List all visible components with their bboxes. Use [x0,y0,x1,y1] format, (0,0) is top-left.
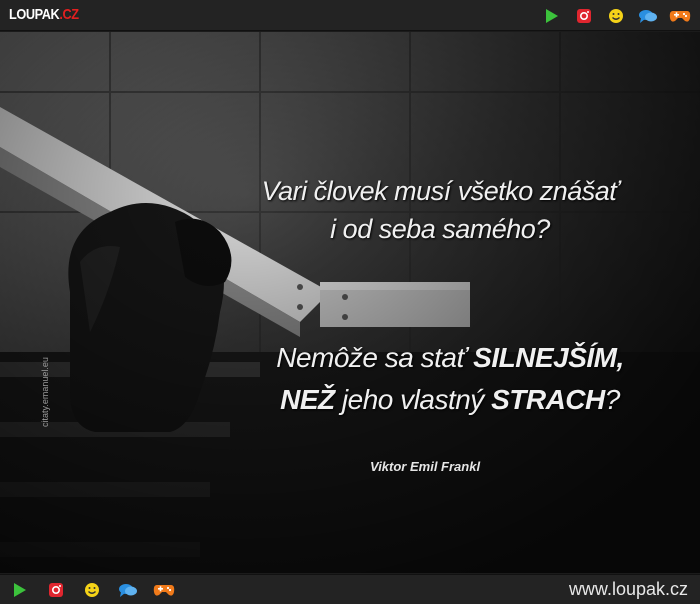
bottom-bar: www.loupak.cz [0,574,700,604]
quote-emphasis: SILNEJŠÍM, [473,342,624,373]
top-icon-group [540,0,692,31]
quote-text: jeho vlastný [334,384,492,415]
logo-suffix: .CZ [59,6,79,23]
play-icon[interactable] [8,578,32,602]
chat-icon[interactable] [636,4,660,28]
gamepad-icon[interactable] [152,578,176,602]
instagram-icon[interactable] [572,4,596,28]
background-photo [0,32,700,573]
quote-question: Vari človek musí všetko znášať i od seba… [215,172,665,248]
image-watermark: citaty.emanuel.eu [40,357,50,427]
quote-emphasis: STRACH [491,384,605,415]
bottom-icon-group [8,575,176,604]
top-bar: LOUPAK.CZ [0,0,700,31]
quote-emphasis: NEŽ [280,384,335,415]
quote-text: ? [604,384,621,415]
quote-text: Nemôže sa stať [276,342,474,373]
smiley-icon[interactable] [80,578,104,602]
quote-image[interactable]: Vari človek musí všetko znášať i od seba… [0,32,700,573]
site-logo[interactable]: LOUPAK.CZ [9,6,79,25]
play-icon[interactable] [540,4,564,28]
quote-line: Nemôže sa stať SILNEJŠÍM, [225,337,675,379]
quote-line: i od seba samého? [330,214,550,244]
logo-text: LOUPAK [9,6,60,23]
quote-line: Vari človek musí všetko znášať [261,176,619,206]
instagram-icon[interactable] [44,578,68,602]
gamepad-icon[interactable] [668,4,692,28]
quote-author: Viktor Emil Frankl [370,459,481,474]
site-url-link[interactable]: www.loupak.cz [569,579,688,600]
chat-icon[interactable] [116,578,140,602]
quote-line: NEŽ jeho vlastný STRACH? [225,379,675,421]
smiley-icon[interactable] [604,4,628,28]
quote-statement: Nemôže sa stať SILNEJŠÍM, NEŽ jeho vlast… [225,337,675,421]
